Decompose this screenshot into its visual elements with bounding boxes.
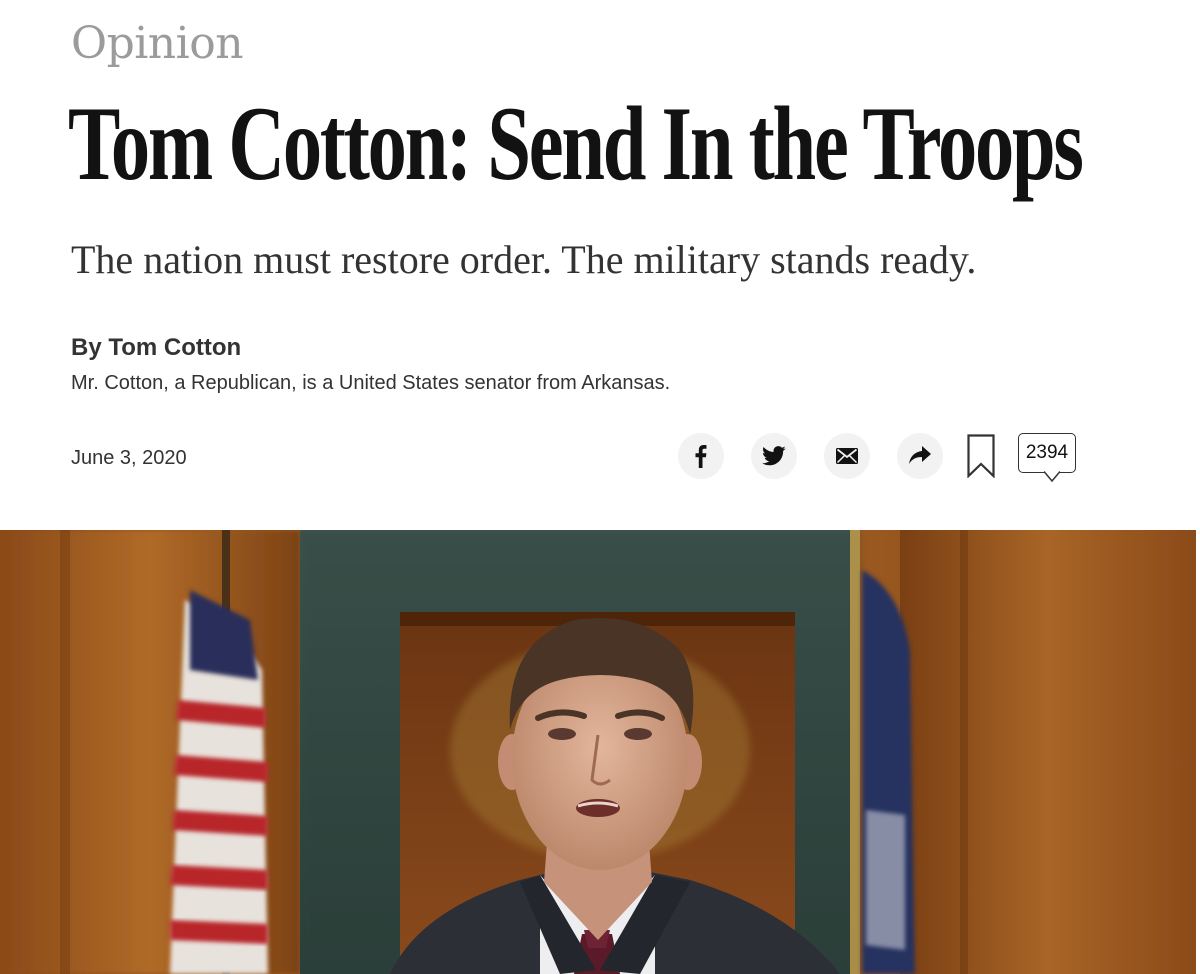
author-bio: Mr. Cotton, a Republican, is a United St… [71,372,671,394]
bookmark-icon [967,434,995,478]
photo-illustration [0,530,1196,974]
article-page: Opinion Tom Cotton: Send In the Troops T… [0,0,1200,974]
twitter-share-button[interactable] [751,433,797,479]
twitter-icon [762,446,786,466]
email-share-button[interactable] [824,433,870,479]
facebook-icon [695,445,707,468]
byline[interactable]: By Tom Cotton [71,334,241,362]
publish-date: June 3, 2020 [71,447,187,469]
share-toolbar: 2394 [678,431,1076,482]
photo-edge [1196,530,1200,974]
headline: Tom Cotton: Send In the Troops [68,85,1084,202]
summary: The nation must restore order. The milit… [71,237,977,282]
comments-button[interactable]: 2394 [1018,433,1076,482]
speech-bubble-tail-icon [1044,471,1060,482]
section-label[interactable]: Opinion [71,18,244,69]
share-arrow-icon [909,446,931,464]
email-icon [836,448,858,464]
lead-photo [0,530,1196,974]
facebook-share-button[interactable] [678,433,724,479]
article-header: Opinion Tom Cotton: Send In the Troops T… [0,0,1200,530]
comment-count: 2394 [1025,442,1069,463]
more-share-button[interactable] [897,433,943,479]
save-article-button[interactable] [966,433,996,479]
